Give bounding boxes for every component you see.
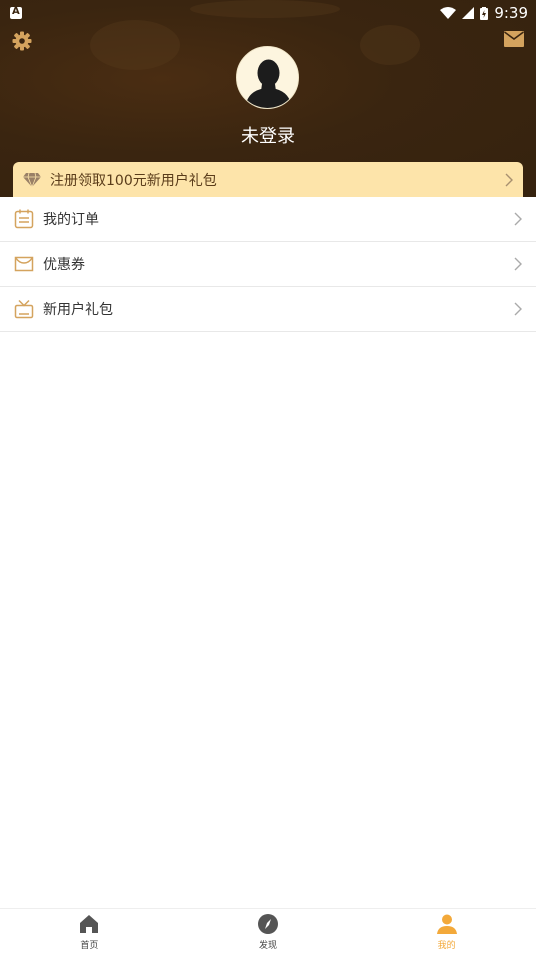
chevron-right-icon [514, 257, 522, 271]
login-status-text[interactable]: 未登录 [0, 122, 536, 148]
coupon-icon [14, 256, 34, 272]
menu-item-coupons[interactable]: 优惠券 [0, 242, 536, 287]
tab-mine[interactable]: 我的 [357, 909, 536, 954]
tab-label: 我的 [437, 941, 456, 951]
bottom-tab-bar: 首页 发现 我的 [0, 908, 536, 954]
home-icon [80, 915, 99, 933]
signal-icon [462, 7, 475, 19]
chevron-right-icon [505, 173, 513, 187]
tab-home[interactable]: 首页 [0, 909, 179, 954]
profile-menu: 我的订单 优惠券 新用户礼包 [0, 197, 536, 332]
person-icon [436, 914, 457, 934]
wifi-icon [440, 7, 457, 19]
chevron-right-icon [514, 212, 522, 226]
battery-icon [480, 6, 489, 20]
tab-label: 首页 [80, 941, 99, 951]
compass-icon [258, 914, 278, 934]
notification-icon [10, 6, 22, 19]
menu-item-label: 优惠券 [43, 257, 85, 273]
tab-discover[interactable]: 发现 [179, 909, 358, 954]
menu-item-new-user-gift[interactable]: 新用户礼包 [0, 287, 536, 332]
header-decoration [360, 25, 420, 65]
menu-item-my-orders[interactable]: 我的订单 [0, 197, 536, 242]
tab-label: 发现 [259, 941, 278, 951]
promo-text: 注册领取100元新用户礼包 [50, 173, 217, 189]
new-user-promo-banner[interactable]: 注册领取100元新用户礼包 [13, 162, 523, 198]
chevron-right-icon [514, 302, 522, 316]
settings-button[interactable] [12, 31, 32, 51]
diamond-icon [23, 173, 41, 187]
header-decoration [90, 20, 180, 70]
mail-icon [504, 31, 524, 47]
menu-item-label: 新用户礼包 [43, 302, 113, 318]
status-time: 9:39 [494, 4, 528, 22]
menu-item-label: 我的订单 [43, 212, 99, 228]
messages-button[interactable] [504, 31, 524, 47]
user-silhouette-icon [237, 47, 298, 108]
order-list-icon [14, 209, 34, 229]
gear-icon [12, 31, 32, 51]
status-bar: 9:39 [0, 0, 536, 26]
avatar[interactable] [236, 46, 299, 109]
gift-box-icon [14, 299, 34, 319]
